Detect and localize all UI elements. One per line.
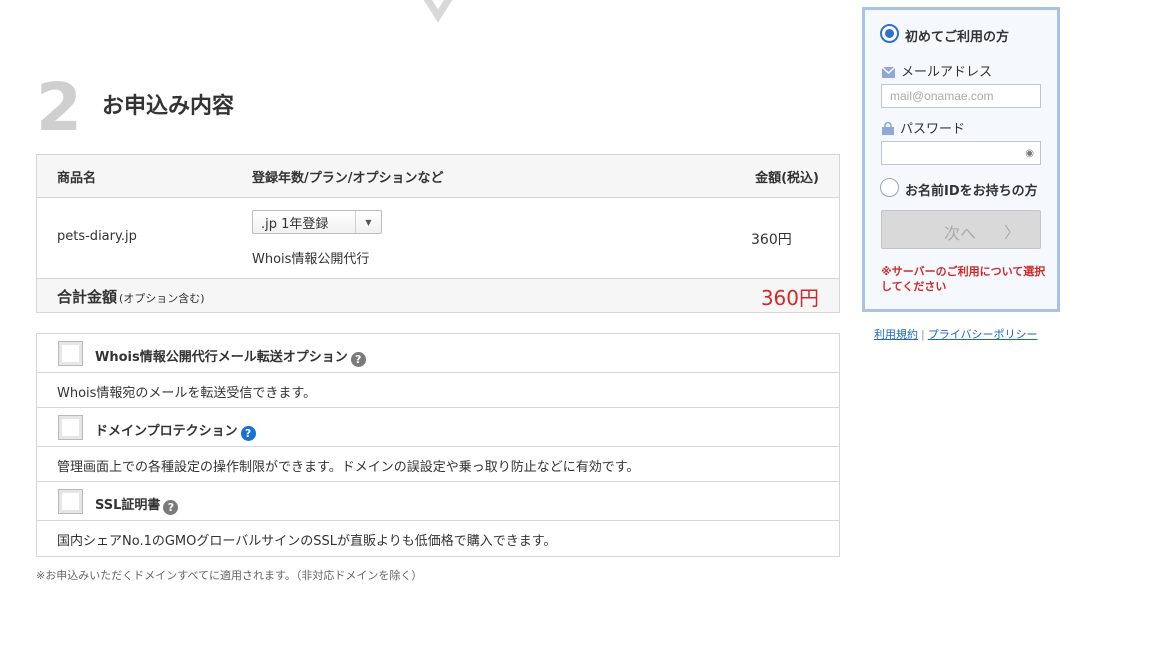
option-domain-protection: ドメインプロテクション? xyxy=(37,408,839,447)
domain-name: pets-diary.jp xyxy=(57,229,137,244)
has-id-radio[interactable] xyxy=(880,178,899,197)
footnote: ※お申込みいただくドメインすべてに適用されます。（非対応ドメインを除く） xyxy=(36,569,423,582)
lock-icon xyxy=(882,122,894,135)
total-value: 360円 xyxy=(760,286,819,310)
header-product: 商品名 xyxy=(57,171,97,186)
first-time-label: 初めてご利用の方 xyxy=(905,30,1010,45)
email-label-row: メールアドレス xyxy=(882,61,992,80)
eye-icon[interactable]: ◉ xyxy=(1025,148,1034,159)
section-number: 2 xyxy=(36,69,82,146)
chevron-right-icon: 〉 xyxy=(1003,223,1020,242)
header-price: 金額(税込) xyxy=(755,171,819,186)
option-whois-forward: Whois情報公開代行メール転送オプション? xyxy=(37,334,839,373)
option-label: ドメインプロテクション xyxy=(95,424,238,439)
header-plan: 登録年数/プラン/オプションなど xyxy=(252,171,444,186)
table-row: pets-diary.jp .jp 1年登録 ▼ Whois情報公開代行 360… xyxy=(37,198,839,279)
total-sub: (オプション含む) xyxy=(119,292,205,305)
ssl-checkbox[interactable] xyxy=(58,489,83,514)
next-button[interactable]: 次へ 〉 xyxy=(881,210,1041,249)
server-selection-warning: ※サーバーのご利用について選択してください xyxy=(881,265,1046,293)
chevron-down-icon xyxy=(423,0,453,22)
order-total: 合計金額 (オプション含む) 360円 xyxy=(37,279,839,312)
password-input[interactable]: ◉ xyxy=(881,141,1041,165)
chevron-down-icon: ▼ xyxy=(355,211,381,233)
legal-links: 利用規約 | プライバシーポリシー xyxy=(874,326,1038,342)
password-label-row: パスワード xyxy=(882,118,965,137)
first-time-radio[interactable] xyxy=(880,24,899,43)
option-description: Whois情報宛のメールを転送受信できます。 xyxy=(37,373,839,408)
option-description: 国内シェアNo.1のGMOグローバルサインのSSLが直販よりも低価格で購入できま… xyxy=(57,534,557,549)
option-list: Whois情報公開代行メール転送オプション? Whois情報宛のメールを転送受信… xyxy=(36,333,840,557)
help-icon[interactable]: ? xyxy=(240,426,256,441)
option-label: Whois情報公開代行メール転送オプション xyxy=(95,350,348,365)
email-label: メールアドレス xyxy=(901,65,993,80)
option-label: SSL証明書 xyxy=(95,498,161,513)
password-label: パスワード xyxy=(900,122,966,137)
order-table: 商品名 登録年数/プラン/オプションなど 金額(税込) pets-diary.j… xyxy=(36,154,840,313)
privacy-link[interactable]: プライバシーポリシー xyxy=(928,328,1038,341)
plan-select-value: .jp 1年登録 xyxy=(261,216,329,232)
order-table-header: 商品名 登録年数/プラン/オプションなど 金額(税込) xyxy=(37,155,839,198)
domain-protection-checkbox[interactable] xyxy=(58,415,83,440)
plan-select[interactable]: .jp 1年登録 ▼ xyxy=(252,210,382,234)
has-id-label: お名前IDをお持ちの方 xyxy=(905,184,1038,199)
mail-icon xyxy=(882,67,895,78)
login-panel: 初めてご利用の方 メールアドレス パスワード ◉ お名前IDをお持ちの方 次へ … xyxy=(862,7,1060,312)
whois-forward-checkbox[interactable] xyxy=(58,341,83,366)
option-ssl: SSL証明書? xyxy=(37,482,839,521)
help-icon[interactable]: ? xyxy=(350,352,366,367)
section-title: お申込み内容 xyxy=(102,94,235,119)
link-separator: | xyxy=(921,328,925,341)
total-label: 合計金額 (オプション含む) xyxy=(57,288,205,306)
included-option: Whois情報公開代行 xyxy=(252,252,370,267)
email-input[interactable] xyxy=(881,84,1041,108)
row-price: 360円 xyxy=(751,232,792,248)
terms-link[interactable]: 利用規約 xyxy=(874,328,918,341)
next-button-label: 次へ xyxy=(944,224,977,243)
help-icon[interactable]: ? xyxy=(163,500,179,515)
option-description: 管理画面上での各種設定の操作制限ができます。ドメインの誤設定や乗っ取り防止などに… xyxy=(37,447,839,482)
